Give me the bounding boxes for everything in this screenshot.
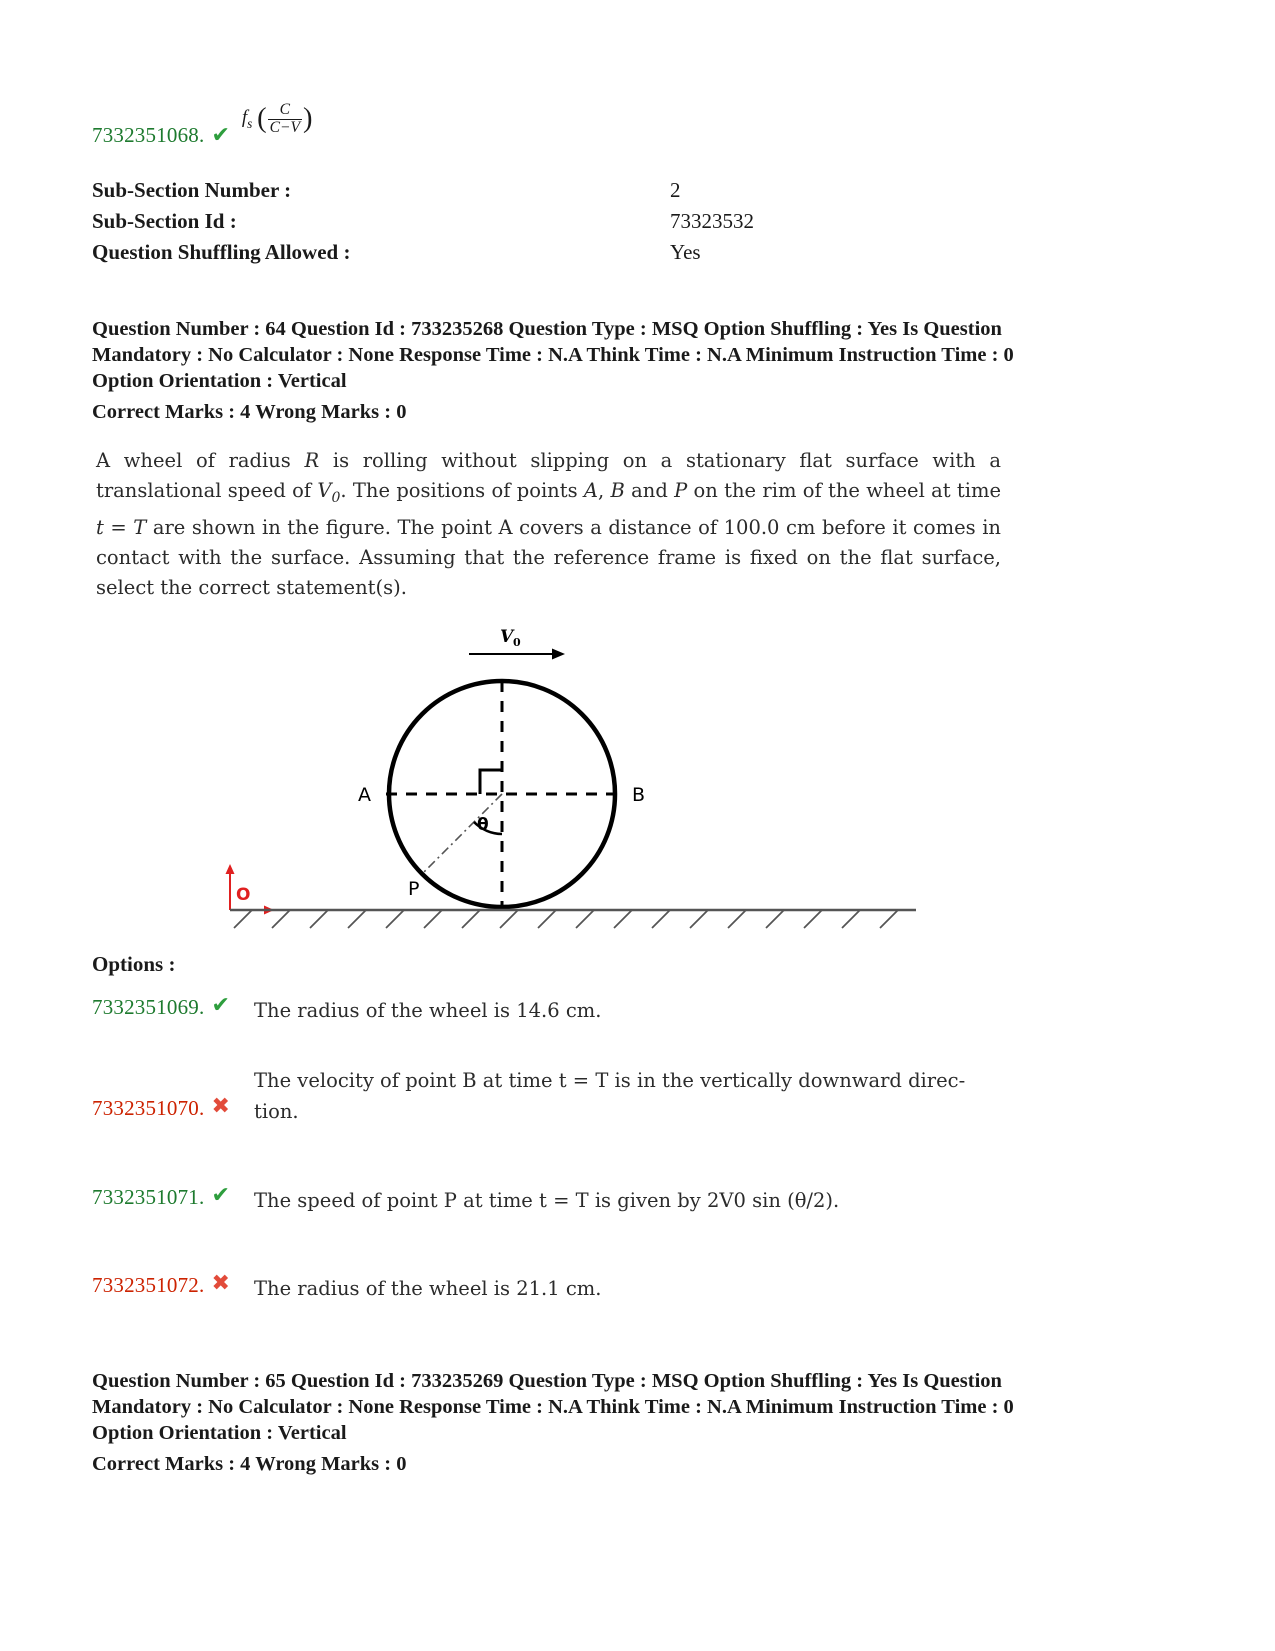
meta-label-subsection-number: Sub-Section Number : [92, 178, 292, 202]
q64-body-text-4: on the rim of the wheel at time [687, 479, 1001, 502]
option-2-text: The velocity of point B at time t = T is… [244, 1065, 1064, 1127]
formula-open-paren: ( [257, 103, 267, 135]
correct-tick-icon: ✔ [211, 992, 230, 1017]
meta-label-question-shuffling: Question Shuffling Allowed : [92, 240, 351, 264]
q64-body-text-3: . The positions of points [340, 479, 584, 502]
q64-var-V: V [317, 479, 332, 502]
formula-close-paren: ) [303, 103, 313, 135]
q64-marks: Correct Marks : 4 Wrong Marks : 0 [92, 401, 407, 423]
option-id-7332351068: 7332351068. [92, 123, 205, 147]
carryover-answer-line: 7332351068. ✔ fs (C C−V) [92, 101, 313, 148]
velocity-label-subscript: 0 [513, 636, 521, 649]
label-theta: θ [477, 815, 489, 835]
option-id-7332351071: 7332351071. [92, 1185, 205, 1209]
q64-header-line-1: Question Number : 64 Question Id : 73323… [92, 318, 919, 340]
velocity-arrow-head [552, 648, 565, 660]
radius-line-to-P [421, 793, 503, 875]
velocity-arrow-group [469, 648, 565, 660]
meta-row: Question Shuffling Allowed : Yes [92, 240, 892, 271]
option-2-text-line-1: The velocity of point B at time t = T is… [254, 1069, 966, 1092]
q64-body-text-5: are shown in the figure. The point A cov… [96, 515, 1001, 599]
q64-body-text-1: A wheel of radius [96, 449, 305, 472]
label-point-A: A [358, 784, 371, 806]
option-row-4[interactable]: 7332351072. ✖ The radius of the wheel is … [92, 1270, 1092, 1304]
meta-row: Sub-Section Id : 73323532 [92, 209, 892, 240]
document-page: 7332351068. ✔ fs (C C−V) Sub-Section Numb… [0, 0, 1275, 1651]
option-id-7332351069: 7332351069. [92, 995, 205, 1019]
option-row-3[interactable]: 7332351071. ✔ The speed of point P at tim… [92, 1182, 1092, 1216]
q64-point-P: P [674, 479, 688, 502]
subsection-meta: Sub-Section Number : 2 Sub-Section Id : … [92, 178, 892, 271]
q64-comma: , [597, 479, 611, 502]
q65-header-line-1: Question Number : 65 Question Id : 73323… [92, 1370, 919, 1392]
option-2-text-line-2: tion. [254, 1100, 299, 1123]
formula-denominator: C−V [269, 118, 301, 136]
option-3-id-cell: 7332351071. ✔ [92, 1182, 244, 1210]
origin-axes-group: O [225, 864, 274, 915]
wheel-diagram-svg: V 0 A B P θ O [225, 627, 916, 929]
q64-var-T: T [133, 515, 147, 539]
question-64-header: Question Number : 64 Question Id : 73323… [92, 316, 1060, 425]
option-3-text: The speed of point P at time t = T is gi… [254, 1189, 840, 1212]
option-id-7332351070: 7332351070. [92, 1096, 205, 1120]
answer-formula: fs (C C−V) [242, 101, 313, 136]
q64-var-R: R [304, 449, 320, 472]
label-origin-O: O [236, 885, 250, 905]
q64-point-B: B [610, 479, 625, 502]
meta-row: Sub-Section Number : 2 [92, 178, 892, 209]
q64-var-t: t [96, 515, 104, 539]
q64-equals: = [103, 515, 134, 539]
option-4-id-cell: 7332351072. ✖ [92, 1270, 244, 1298]
label-point-B: B [632, 784, 645, 806]
meta-value-subsection-id: 73323532 [670, 209, 754, 233]
origin-y-arrowhead [225, 864, 235, 874]
meta-value-subsection-number: 2 [670, 178, 681, 202]
option-row-1[interactable]: 7332351069. ✔ The radius of the wheel is … [92, 992, 1092, 1026]
formula-f-subscript: s [247, 116, 253, 132]
right-angle-marker-icon [478, 768, 502, 794]
option-4-text: The radius of the wheel is 21.1 cm. [254, 1277, 602, 1300]
question-64-body: A wheel of radius R is rolling without s… [96, 446, 1001, 603]
formula-numerator: C [267, 101, 303, 120]
wrong-cross-icon: ✖ [211, 1270, 230, 1295]
wheel-diagram-figure: V 0 A B P θ O [212, 612, 1042, 942]
correct-tick-icon: ✔ [211, 122, 230, 147]
correct-tick-icon: ✔ [211, 1182, 230, 1207]
options-label: Options : [92, 952, 176, 976]
q65-marks: Correct Marks : 4 Wrong Marks : 0 [92, 1453, 407, 1475]
q64-point-A: A [583, 479, 598, 502]
option-1-text: The radius of the wheel is 14.6 cm. [254, 999, 602, 1022]
label-point-P: P [408, 878, 419, 900]
meta-value-question-shuffling: Yes [670, 240, 701, 264]
wrong-cross-icon: ✖ [211, 1093, 230, 1118]
option-row-2[interactable]: 7332351070. ✖ The velocity of point B at … [92, 1065, 1092, 1127]
ground-hatching-group [233, 909, 899, 929]
question-65-header: Question Number : 65 Question Id : 73323… [92, 1368, 1060, 1477]
option-id-7332351072: 7332351072. [92, 1273, 205, 1297]
q64-and: and [624, 479, 675, 502]
option-1-id-cell: 7332351069. ✔ [92, 992, 244, 1020]
option-2-id-cell: 7332351070. ✖ [92, 1065, 244, 1121]
meta-label-subsection-id: Sub-Section Id : [92, 209, 237, 233]
formula-fraction: C C−V [267, 101, 303, 136]
